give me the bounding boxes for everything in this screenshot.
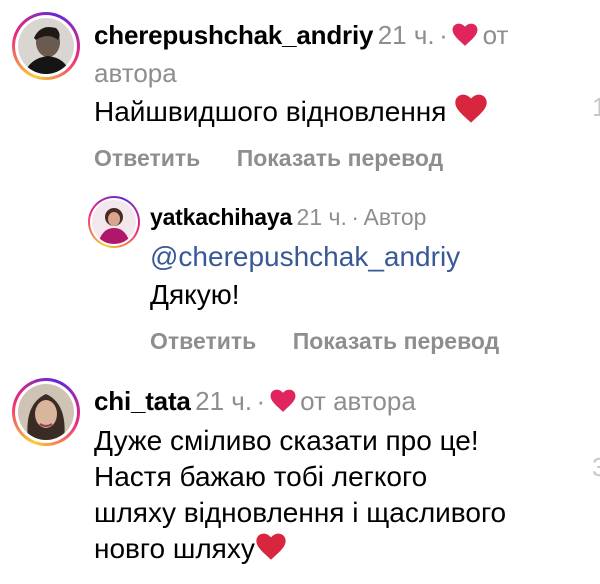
- comment-username[interactable]: yatkachihaya: [150, 204, 292, 230]
- heart-icon: [452, 23, 478, 52]
- author-badge: Автор: [363, 204, 427, 230]
- show-translation-button[interactable]: Показать перевод: [293, 328, 500, 354]
- liked-by-author-label: от автора: [300, 386, 416, 416]
- show-translation-button[interactable]: Показать перевод: [237, 145, 444, 171]
- mention-link[interactable]: @cherepushchak_andriy: [150, 240, 460, 274]
- comment-time: 21 ч.: [195, 386, 253, 416]
- liked-by-author-label: от: [482, 20, 509, 50]
- heart-icon: [270, 389, 296, 418]
- red-heart-emoji: [255, 533, 287, 569]
- meta-separator: ·: [256, 386, 266, 416]
- comment-time: 21 ч.: [296, 204, 347, 230]
- avatar[interactable]: [88, 196, 140, 248]
- comment-text-line: шляху відновлення і щасливого: [94, 497, 507, 528]
- comment-username[interactable]: chi_tata: [94, 386, 191, 416]
- comment-text-line: Настя бажаю тобі легкого: [94, 461, 428, 492]
- comment-text-line: новго шляху: [94, 533, 255, 564]
- meta-separator: ·: [439, 20, 448, 50]
- comment-text-line: Дуже сміливо сказати про це!: [94, 425, 479, 456]
- comment-time: 21 ч.: [377, 20, 435, 50]
- liked-by-author-label-cont: автора: [94, 58, 177, 88]
- like-count-edge: 1: [592, 92, 600, 122]
- red-heart-emoji: [454, 94, 488, 132]
- avatar[interactable]: [12, 378, 80, 446]
- reply-button[interactable]: Ответить: [94, 145, 200, 171]
- like-count-edge: 3: [592, 452, 600, 482]
- comment-text: Найшвидшого відновлення: [94, 96, 447, 127]
- avatar[interactable]: [12, 12, 80, 80]
- reply-button[interactable]: Ответить: [150, 328, 256, 354]
- comment-text: Дякую!: [150, 279, 240, 310]
- comment-username[interactable]: cherepushchak_andriy: [94, 20, 373, 50]
- meta-separator: ·: [351, 204, 360, 230]
